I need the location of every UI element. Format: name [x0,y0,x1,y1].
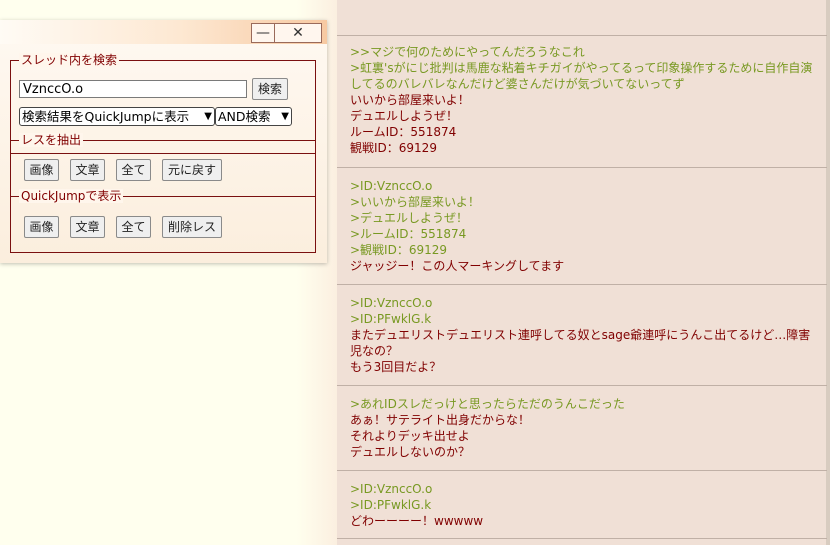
quickjump-text-button[interactable]: 文章 [70,216,105,238]
quote-line: >デュエルしようぜ！ [350,211,469,225]
quickjump-deleted-button[interactable]: 削除レス [162,216,222,238]
quote-line: >ID:VznccO.o [350,296,433,310]
quote-line: >いいから部屋来いよ！ [350,195,480,209]
quote-line: >ID:VznccO.o [350,482,433,496]
post: >ID:VznccO.o >ID:PFwklG.k またデュエリストデュエリスト… [350,295,820,375]
post-text-line: もう3回目だよ？ [350,360,442,374]
post: >ID:VznccO.o >ID:PFwklG.k どわーーーー！wwwww [350,481,820,529]
thread-search-window: — ✕ スレッド内を検索 VznccO.o 検索 検索結果をQuickJumpに… [0,20,327,263]
post-text-line: デュエルしないのか？ [350,445,471,459]
post-text-line: ジャッジー！この人マーキングしてます [350,259,565,273]
window-controls: — ✕ [251,23,322,43]
close-icon: ✕ [292,25,304,41]
close-button[interactable]: ✕ [275,24,321,42]
post-text-line: どわーーーー！wwwww [350,514,484,528]
result-mode-value: 検索結果をQuickJumpに表示 [22,109,190,124]
minimize-icon: — [256,25,270,41]
quote-line: >ID:PFwklG.k [350,498,432,512]
search-section-legend: スレッド内を検索 [19,53,120,67]
post-divider [337,35,827,36]
post-divider [337,167,827,168]
post-text-line: ルームID：551874 [350,125,457,139]
extract-text-button[interactable]: 文章 [70,159,105,181]
result-mode-select[interactable]: 検索結果をQuickJumpに表示 ▼ [19,107,215,126]
search-button[interactable]: 検索 [252,78,288,100]
minimize-button[interactable]: — [252,24,275,42]
extract-all-button[interactable]: 全て [116,159,151,181]
chevron-down-icon: ▼ [281,111,289,122]
post-text-line: あぁ！サテライト出身だからな！ [350,413,531,427]
post-text-line: 観戦ID：69129 [350,141,437,155]
quote-line: >虹裏'sがにじ批判は馬鹿な粘着キチガイがやってるって印象操作するために自作自演 [350,61,813,75]
search-input[interactable]: VznccO.o [19,80,247,98]
post: >>マジで何のためにやってんだろうなこれ >虹裏'sがにじ批判は馬鹿な粘着キチガ… [350,44,820,156]
match-mode-value: AND検索 [218,109,271,124]
post-divider [337,284,827,285]
quote-line: >ID:PFwklG.k [350,312,432,326]
quote-line: してるのバレバレなんだけど婆さんだけが気づいてないってず [350,77,685,91]
post-text-line: デュエルしようぜ！ [350,109,459,123]
post-text-line: またデュエリストデュエリスト連呼してる奴とsage爺連呼にうんこ出てるけど…障害 [350,328,811,342]
post-text-line: 児なの？ [350,344,399,358]
post-text-line: いいから部屋来いよ！ [350,93,470,107]
chevron-down-icon: ▼ [204,111,212,122]
quote-line: >観戦ID：69129 [350,243,448,257]
quickjump-all-button[interactable]: 全て [116,216,151,238]
post-divider [337,538,827,539]
restore-button[interactable]: 元に戻す [162,159,222,181]
quote-line: >>マジで何のためにやってんだろうなこれ [350,45,585,59]
extract-section-legend: レスを抽出 [19,133,84,147]
post: >あれIDスレだっけと思ったらただのうんこだった あぁ！サテライト出身だからな！… [350,396,820,460]
quickjump-section-legend: QuickJumpで表示 [19,189,124,203]
quote-line: >あれIDスレだっけと思ったらただのうんこだった [350,397,625,411]
quote-line: >ルームID：551874 [350,227,467,241]
quickjump-images-button[interactable]: 画像 [24,216,59,238]
quote-line: >ID:VznccO.o [350,179,433,193]
post-text-line: それよりデッキ出せよ [350,429,470,443]
scrollbar-edge[interactable] [826,0,830,545]
extract-images-button[interactable]: 画像 [24,159,59,181]
post-divider [337,470,827,471]
match-mode-select[interactable]: AND検索 ▼ [215,107,292,126]
post: >ID:VznccO.o >いいから部屋来いよ！ >デュエルしようぜ！ >ルーム… [350,178,820,274]
post-divider [337,385,827,386]
